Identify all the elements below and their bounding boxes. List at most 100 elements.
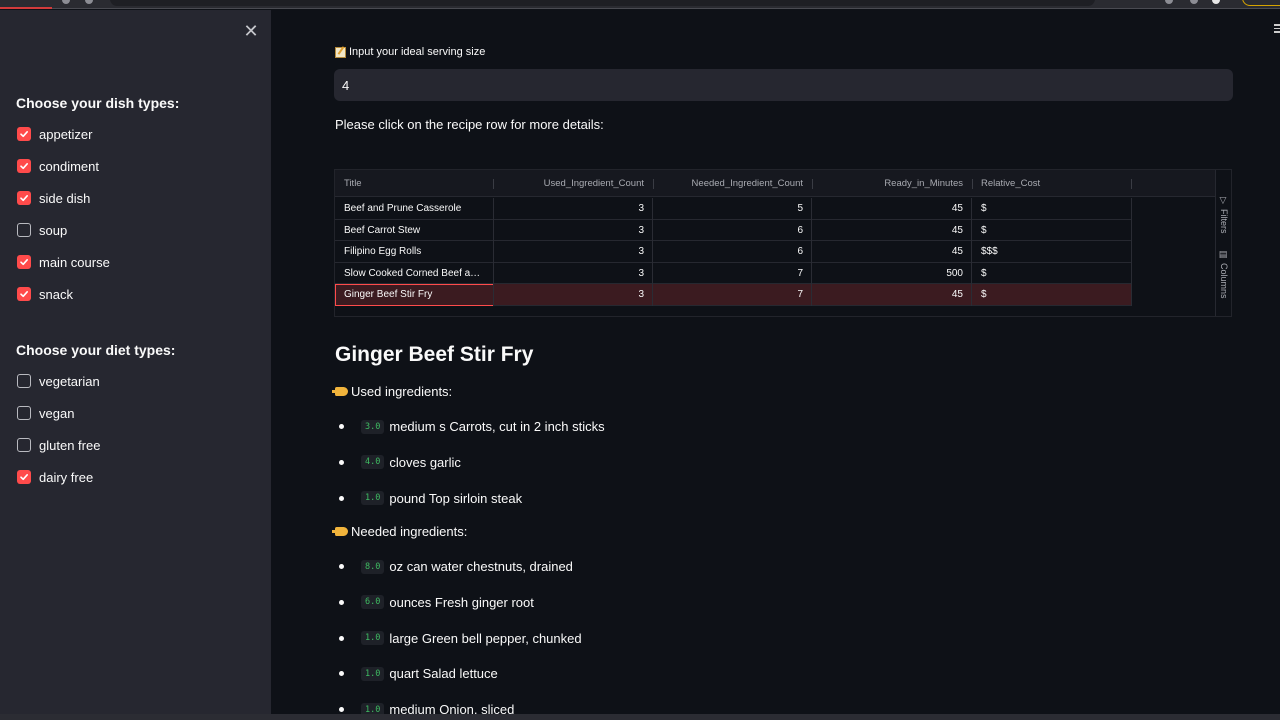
table-row[interactable]: Ginger Beef Stir Fry 3 7 45 $ [335, 284, 1132, 306]
checkbox-checked-icon[interactable] [17, 127, 31, 141]
instruction-text: Please click on the recipe row for more … [335, 117, 604, 132]
ingredient-text: medium s Carrots, cut in 2 inch sticks [389, 419, 605, 434]
cell-ready-minutes[interactable]: 500 [812, 263, 972, 285]
cell-needed-count[interactable]: 5 [653, 198, 812, 220]
cell-relative-cost[interactable]: $ [972, 220, 1132, 242]
cell-needed-count[interactable]: 7 [653, 284, 812, 306]
update-button[interactable] [1242, 0, 1280, 6]
used-ingredients-heading-text: Used ingredients: [351, 384, 453, 399]
cell-ready-minutes[interactable]: 45 [812, 220, 972, 242]
ingredient-text: medium Onion, sliced [389, 702, 515, 714]
checkbox-gluten-free[interactable]: gluten free [17, 435, 100, 455]
ingredient-text: pound Top sirloin steak [389, 490, 523, 506]
columns-tab-label: Columns [1219, 263, 1229, 299]
filters-tab-label: Filters [1219, 209, 1229, 234]
cell-used-count[interactable]: 3 [494, 220, 653, 242]
bullet-icon [339, 707, 344, 713]
column-header-needed[interactable]: Needed_Ingredient_Count [653, 170, 812, 197]
column-header-ready[interactable]: Ready_in_Minutes [812, 170, 972, 197]
checkbox-snack[interactable]: snack [17, 284, 73, 304]
ingredient-item: 1.0 quart Salad lettuce [339, 666, 498, 681]
hamburger-menu-icon[interactable] [1274, 24, 1280, 34]
table-row[interactable]: Beef and Prune Casserole 3 5 45 $ [335, 198, 1132, 220]
pointing-hand-icon [332, 387, 348, 396]
cell-needed-count[interactable]: 7 [653, 263, 812, 285]
checkbox-checked-icon[interactable] [17, 255, 31, 269]
cell-used-count[interactable]: 3 [494, 198, 653, 220]
column-header-used[interactable]: Used_Ingredient_Count [494, 170, 653, 197]
checkbox-checked-icon[interactable] [17, 287, 31, 301]
table-side-panel: ▽ Filters ▤ Columns [1215, 170, 1231, 316]
cell-ready-minutes[interactable]: 45 [812, 241, 972, 263]
table-row[interactable]: Beef Carrot Stew 3 6 45 $ [335, 219, 1132, 242]
checkbox-appetizer[interactable]: appetizer [17, 124, 92, 144]
table-header: Title Used_Ingredient_Count Needed_Ingre… [335, 170, 1215, 197]
diet-types-title: Choose your diet types: [16, 342, 176, 358]
ingredient-amount: 4.0 [361, 455, 385, 470]
column-header-title[interactable]: Title [335, 170, 494, 197]
checkbox-soup[interactable]: soup [17, 220, 67, 240]
checkbox-unchecked-icon[interactable] [17, 374, 31, 388]
ingredient-text: ounces Fresh ginger root [389, 594, 534, 610]
cell-relative-cost[interactable]: $ [972, 284, 1132, 306]
cell-relative-cost[interactable]: $ [972, 263, 1132, 285]
checkbox-label: soup [39, 222, 68, 238]
ingredient-amount: 6.0 [361, 595, 385, 610]
checkbox-main-course[interactable]: main course [17, 252, 110, 272]
ingredient-text: cloves garlic [389, 454, 461, 470]
reload-icon[interactable] [85, 0, 93, 4]
cell-used-count[interactable]: 3 [494, 263, 653, 285]
bullet-icon [339, 564, 344, 569]
filters-tab[interactable]: ▽ Filters [1219, 196, 1229, 234]
checkbox-label: vegan [39, 405, 75, 421]
cell-needed-count[interactable]: 6 [653, 241, 812, 263]
table-row[interactable]: Filipino Egg Rolls 3 6 45 $$$ [335, 241, 1132, 263]
checkbox-vegetarian[interactable]: vegetarian [17, 371, 100, 391]
table-row[interactable]: Slow Cooked Corned Beef a… 3 7 500 $ [335, 262, 1132, 285]
profile-icon[interactable] [1212, 0, 1220, 4]
recipe-table: Title Used_Ingredient_Count Needed_Ingre… [334, 169, 1232, 317]
cell-title[interactable]: Slow Cooked Corned Beef a… [335, 263, 494, 285]
columns-tab[interactable]: ▤ Columns [1219, 250, 1229, 299]
cell-title[interactable]: Filipino Egg Rolls [335, 241, 494, 263]
checkbox-side-dish[interactable]: side dish [17, 188, 90, 208]
cell-relative-cost[interactable]: $ [972, 198, 1132, 220]
bullet-icon [339, 424, 344, 429]
cell-used-count[interactable]: 3 [494, 241, 653, 263]
ingredient-amount: 1.0 [361, 491, 385, 506]
cell-title[interactable]: Ginger Beef Stir Fry [335, 284, 494, 306]
cell-ready-minutes[interactable]: 45 [812, 284, 972, 306]
cell-title[interactable]: Beef and Prune Casserole [335, 198, 494, 220]
ingredient-item: 1.0 medium Onion, sliced [339, 702, 514, 714]
checkbox-checked-icon[interactable] [17, 159, 31, 173]
checkbox-unchecked-icon[interactable] [17, 438, 31, 452]
dish-types-title: Choose your dish types: [16, 95, 180, 111]
checkbox-vegan[interactable]: vegan [17, 403, 74, 423]
bullet-icon [339, 635, 344, 641]
checkbox-checked-icon[interactable] [17, 470, 31, 484]
ingredient-text: large Green bell pepper, chunked [389, 630, 582, 646]
cell-needed-count[interactable]: 6 [653, 220, 812, 242]
close-icon[interactable]: ✕ [243, 22, 259, 40]
ingredient-amount: 8.0 [361, 559, 385, 574]
cell-used-count[interactable]: 3 [494, 284, 653, 306]
main-content: Input your ideal serving size Please cli… [271, 10, 1280, 714]
checkbox-unchecked-icon[interactable] [17, 406, 31, 420]
address-bar[interactable] [110, 0, 1095, 6]
checkbox-condiment[interactable]: condiment [17, 156, 99, 176]
serving-size-input[interactable] [334, 69, 1233, 101]
checkbox-label: gluten free [39, 437, 101, 453]
checkbox-unchecked-icon[interactable] [17, 223, 31, 237]
checkbox-dairy-free[interactable]: dairy free [17, 467, 93, 487]
cell-relative-cost[interactable]: $$$ [972, 241, 1132, 263]
column-header-cost[interactable]: Relative_Cost [972, 170, 1132, 197]
back-icon[interactable] [62, 0, 70, 4]
checkbox-checked-icon[interactable] [17, 191, 31, 205]
menu-icon[interactable] [1190, 0, 1198, 4]
cell-ready-minutes[interactable]: 45 [812, 198, 972, 220]
pointing-hand-icon [332, 527, 348, 536]
extension-icon[interactable] [1165, 0, 1173, 4]
checkbox-label: vegetarian [39, 373, 100, 389]
cell-title[interactable]: Beef Carrot Stew [335, 220, 494, 242]
serving-size-label-text: Input your ideal serving size [349, 46, 486, 58]
